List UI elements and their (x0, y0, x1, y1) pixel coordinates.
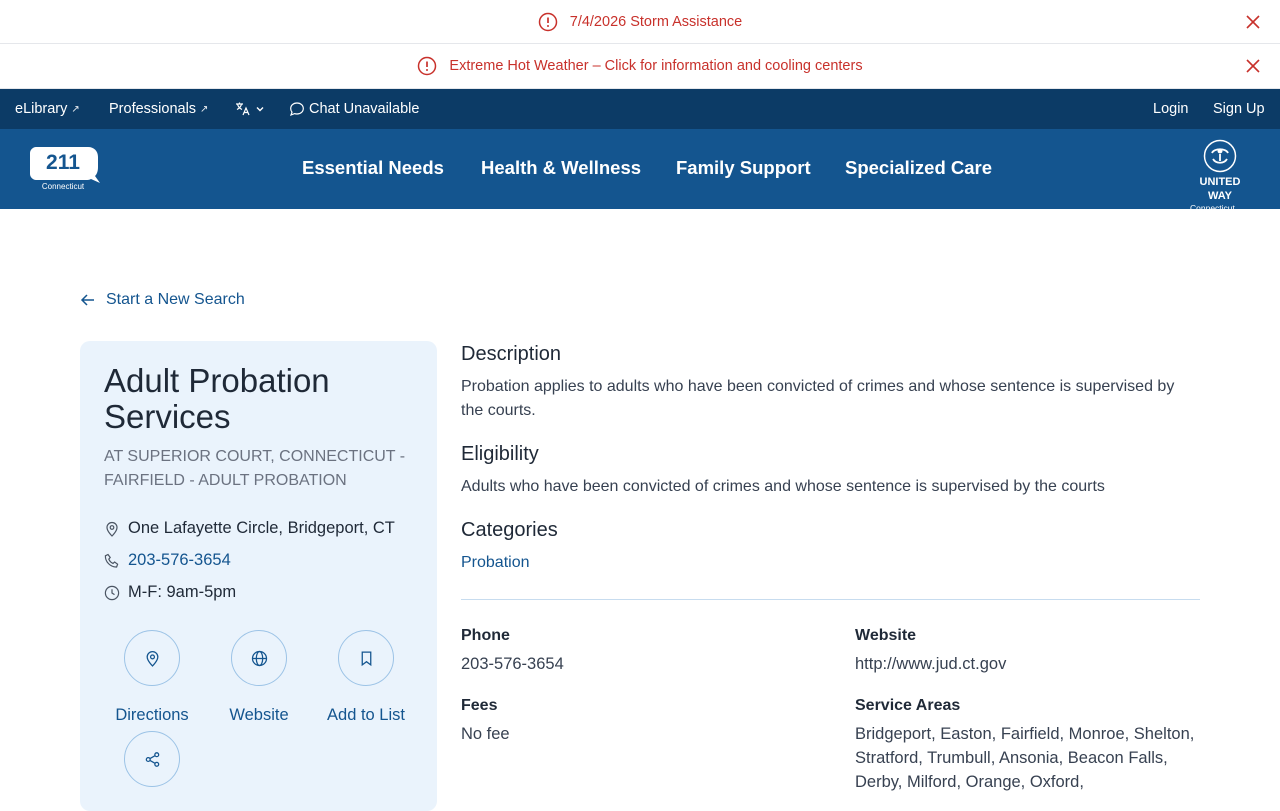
alert-link[interactable]: 7/4/2026 Storm Assistance (538, 12, 743, 32)
share-button[interactable] (124, 731, 180, 787)
alert-text: 7/4/2026 Storm Assistance (569, 13, 743, 30)
nav-family-support[interactable]: Family Support (676, 157, 811, 179)
service-summary-card: Adult Probation Services at SUPERIOR COU… (80, 341, 437, 811)
signup-link[interactable]: Sign Up (1213, 101, 1265, 117)
website-button[interactable] (231, 630, 287, 686)
share-action[interactable] (102, 731, 202, 787)
phone-row: 203-576-3654 (104, 551, 231, 570)
start-new-search-link[interactable]: Start a New Search (80, 291, 245, 309)
share-icon (145, 751, 159, 767)
language-selector[interactable] (235, 101, 265, 117)
address-row: One Lafayette Circle, Bridgeport, CT (104, 519, 395, 538)
elibrary-link[interactable]: eLibrary ↗ (15, 101, 80, 117)
alert-banner-storm[interactable]: 7/4/2026 Storm Assistance (0, 0, 1280, 44)
external-link-icon: ↗ (71, 103, 80, 115)
close-icon[interactable] (1244, 13, 1262, 31)
directions-label[interactable]: Directions (102, 706, 202, 725)
service-areas-value: Bridgeport, Easton, Fairfield, Monroe, S… (855, 725, 1195, 791)
chat-bubble-icon (290, 102, 304, 117)
211-logo[interactable]: 211 Connecticut (30, 146, 100, 192)
fees-label: Fees (461, 697, 498, 714)
clock-icon (104, 585, 120, 600)
service-title: Adult Probation Services (104, 362, 330, 435)
nav-specialized-care[interactable]: Specialized Care (845, 157, 992, 179)
description-text: Probation applies to adults who have bee… (461, 378, 1175, 419)
professionals-link[interactable]: Professionals ↗ (109, 101, 208, 117)
add-to-list-button[interactable] (338, 630, 394, 686)
map-pin-icon (146, 650, 158, 667)
website-detail-link[interactable]: http://www.jud.ct.gov (855, 652, 1006, 676)
alert-banner-heat[interactable]: Extreme Hot Weather – Click for informat… (0, 44, 1280, 89)
bookmark-icon (361, 650, 371, 666)
category-link-probation[interactable]: Probation (461, 551, 530, 575)
united-way-name: UNITED WAY (1199, 176, 1241, 202)
united-way-region: Connecticut (1190, 203, 1235, 213)
arrow-left-icon (80, 294, 94, 306)
website-label[interactable]: Website (209, 706, 309, 725)
utility-nav: eLibrary ↗ Professionals ↗ Chat Unavaila… (0, 89, 1280, 129)
globe-icon (251, 650, 267, 666)
professionals-label: Professionals (109, 101, 197, 117)
eligibility-heading: Eligibility (461, 443, 539, 465)
hours-row: M-F: 9am-5pm (104, 583, 236, 602)
nav-essential-needs[interactable]: Essential Needs (302, 157, 444, 179)
united-way-emblem-icon (1203, 139, 1237, 173)
logo-number: 211 (46, 151, 80, 174)
map-pin-icon (106, 521, 118, 537)
translate-icon (236, 102, 250, 116)
phone-icon (104, 553, 119, 568)
hours-text: M-F: 9am-5pm (128, 583, 237, 601)
alert-link[interactable]: Extreme Hot Weather – Click for informat… (417, 56, 863, 76)
main-nav: 211 Connecticut Essential Needs Health &… (0, 129, 1280, 213)
login-link[interactable]: Login (1153, 101, 1188, 117)
chat-label: Chat Unavailable (309, 101, 420, 117)
nav-health-wellness[interactable]: Health & Wellness (481, 157, 641, 179)
add-to-list-action[interactable]: Add to List (316, 630, 416, 725)
start-new-search-label: Start a New Search (106, 291, 245, 308)
logo-state: Connecticut (41, 182, 85, 191)
description-heading: Description (461, 343, 562, 365)
address-text: One Lafayette Circle, Bridgeport, CT (128, 519, 395, 537)
info-circle-icon (538, 12, 557, 31)
add-to-list-label[interactable]: Add to List (316, 706, 416, 725)
chat-status[interactable]: Chat Unavailable (289, 101, 419, 117)
organization-name: at SUPERIOR COURT, CONNECTICUT - FAIRFIE… (104, 448, 406, 489)
phone-link[interactable]: 203-576-3654 (128, 551, 231, 570)
fees-value: No fee (461, 725, 510, 743)
directions-action[interactable]: Directions (102, 630, 202, 725)
service-areas-label: Service Areas (855, 697, 961, 714)
united-way-logo[interactable]: UNITED WAY Connecticut (1188, 139, 1252, 213)
eligibility-text: Adults who have been convicted of crimes… (461, 478, 1105, 495)
section-divider (461, 599, 1200, 600)
categories-heading: Categories (461, 519, 558, 541)
phone-detail-link[interactable]: 203-576-3654 (461, 652, 564, 676)
external-link-icon: ↗ (200, 103, 209, 115)
website-detail-label: Website (855, 627, 917, 644)
close-icon[interactable] (1244, 57, 1262, 75)
info-circle-icon (418, 56, 437, 76)
elibrary-label: eLibrary (15, 101, 68, 117)
website-action[interactable]: Website (209, 630, 309, 725)
chevron-down-icon (256, 107, 264, 112)
alert-text: Extreme Hot Weather – Click for informat… (449, 58, 863, 74)
phone-label: Phone (461, 627, 510, 644)
directions-button[interactable] (124, 630, 180, 686)
